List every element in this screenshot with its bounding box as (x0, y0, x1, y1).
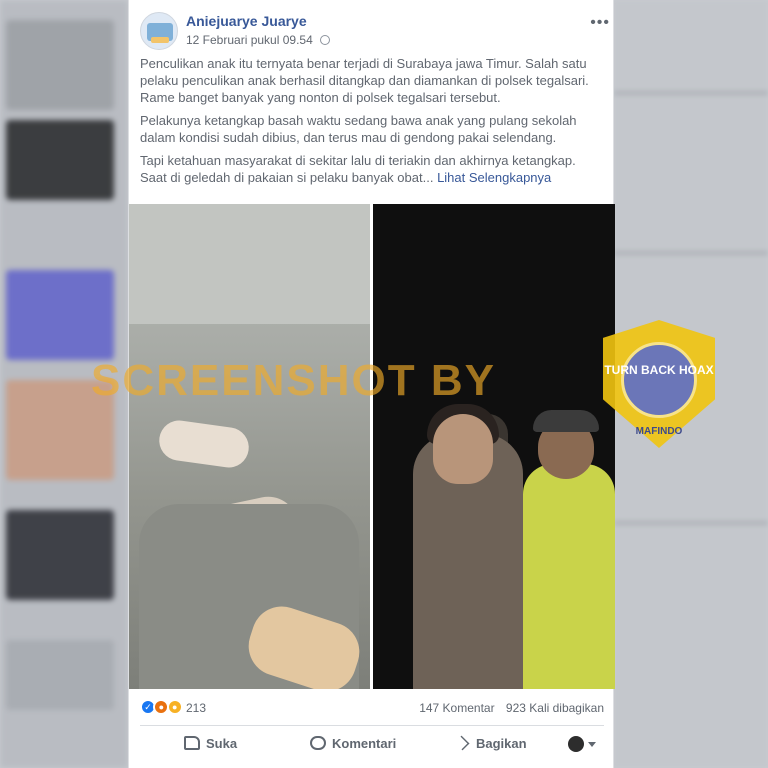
comment-count[interactable]: 147 Komentar (419, 701, 494, 715)
reactions-bar: ✓ ● ● 213 147 Komentar 923 Kali dibagika… (140, 698, 604, 718)
post-header: Aniejuarye Juarye 12 Februari pukul 09.5… (140, 8, 610, 52)
post-paragraph: Pelakunya ketangkap basah waktu sedang b… (140, 113, 577, 145)
comment-button[interactable]: Komentari (310, 736, 396, 758)
comment-bubble-icon (310, 736, 326, 750)
post-timestamp[interactable]: 12 Februari pukul 09.54 (186, 33, 331, 47)
divider (140, 725, 604, 726)
author-avatar[interactable] (140, 12, 178, 50)
share-button[interactable]: Bagikan (454, 735, 527, 758)
share-arrow-icon (454, 735, 470, 751)
more-options-icon[interactable]: ••• (590, 14, 610, 32)
badge-main-text: TURN BACK HOAX (604, 363, 714, 377)
like-button[interactable]: Suka (184, 736, 237, 758)
comment-label: Komentari (332, 736, 397, 751)
globe-icon (320, 35, 331, 45)
post-text: Penculikan anak itu ternyata benar terja… (140, 55, 606, 192)
thumbs-up-icon (184, 736, 200, 750)
sad-reaction-icon: ● (166, 699, 183, 715)
like-label: Suka (206, 736, 238, 751)
post-actions: Suka Komentari Bagikan (140, 730, 604, 764)
screenshot-watermark: SCREENSHOT BY (91, 356, 496, 405)
engagement-counts: 147 Komentar 923 Kali dibagikan (411, 701, 604, 715)
profile-avatar (568, 736, 584, 752)
share-label: Bagikan (476, 736, 527, 751)
mafindo-badge: TURN BACK HOAX MAFINDO (603, 320, 715, 448)
post-paragraph: Penculikan anak itu ternyata benar terja… (140, 56, 589, 105)
reaction-icons[interactable]: ✓ ● ● (140, 699, 183, 715)
chevron-down-icon (588, 742, 596, 747)
post-photo-right[interactable] (373, 204, 615, 689)
timestamp-text[interactable]: 12 Februari pukul 09.54 (186, 33, 313, 47)
post-paragraph: Tapi ketahuan masyarakat di sekitar lalu… (140, 152, 606, 186)
react-as-selector[interactable] (568, 736, 596, 758)
post-photo-left[interactable] (129, 204, 370, 689)
badge-bottom-text: MAFINDO (635, 426, 683, 437)
author-name[interactable]: Aniejuarye Juarye (186, 13, 307, 29)
reaction-count[interactable]: 213 (186, 701, 206, 715)
share-count[interactable]: 923 Kali dibagikan (506, 701, 604, 715)
see-more-link[interactable]: Lihat Selengkapnya (437, 170, 551, 185)
post-card: Aniejuarye Juarye 12 Februari pukul 09.5… (91, 0, 715, 768)
